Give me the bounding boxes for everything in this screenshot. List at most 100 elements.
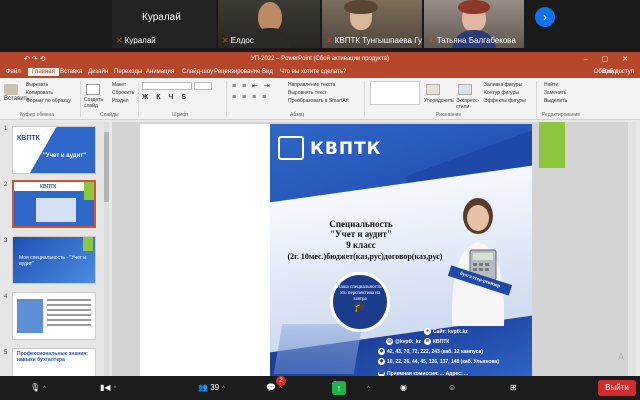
poster-line-grade: 9 класс [346,240,376,250]
format-painter-button[interactable]: Формат по образцу [26,98,71,104]
record-button[interactable]: ◉ [400,380,407,396]
thumbnails-scrollbar[interactable] [104,122,109,380]
text-direction-button[interactable]: Направление текста [288,82,335,88]
reactions-icon: ☺ [448,383,457,392]
mic-muted-icon: ✕ [428,36,435,45]
shapes-gallery[interactable] [370,81,420,105]
paragraph-group-label: Абзац [290,112,305,118]
participant-tile[interactable]: ✕ Татьяна Балгабекова [424,0,524,48]
tab-review[interactable]: Рецензирование [214,69,260,75]
more-share-options-button[interactable]: ^ [364,380,370,396]
thumb-caption: Моя специальность - "Учет и аудит" [19,255,87,267]
slide-thumbnail[interactable]: Моя специальность - "Учет и аудит" [12,236,96,284]
tab-transitions[interactable]: Переходы [114,69,142,75]
reactions-button[interactable]: ☺ [448,380,456,396]
arrange-button[interactable]: Упорядочить [424,98,454,104]
slides-group-label: Слайды [100,112,119,118]
shape-fill-button[interactable]: Заливка фигуры [484,82,522,88]
shape-outline-button[interactable]: Контур фигуры [484,90,519,96]
share-link[interactable]: Общий доступ [594,69,634,75]
tab-insert[interactable]: Вставка [60,69,82,75]
clipboard-icon [4,84,18,95]
slide-page[interactable]: КВПТК Специальность "Учет и аудит" 9 кла… [140,124,532,380]
record-icon: ◉ [400,383,407,392]
chevron-up-icon[interactable]: ^ [114,386,117,392]
tab-design[interactable]: Дизайн [88,69,108,75]
tab-file[interactable]: Файл [6,69,21,75]
slide-canvas: КВПТК Специальность "Учет и аудит" 9 кла… [112,122,630,380]
graduation-cap-icon: 🎓 [353,302,367,313]
green-shape[interactable] [539,122,565,168]
slide-thumbnail-selected[interactable]: КВПТК [12,180,96,228]
poster-image: КВПТК Специальность "Учет и аудит" 9 кла… [270,124,532,380]
mic-muted-icon: ✕ [222,36,229,45]
contact-instagram: @kvptk_kz [395,338,421,345]
font-size-field[interactable] [194,82,212,90]
chevron-up-icon[interactable]: ^ [222,386,225,392]
poster-line-specialty: Специальность [329,219,393,229]
video-button[interactable]: ▮◀ ^ [100,380,116,396]
tab-animation[interactable]: Анимация [146,69,174,75]
replace-button[interactable]: Заменить [544,90,566,96]
bus-icon: ◆ [378,348,385,355]
reset-button[interactable]: Сбросить [112,90,134,96]
microphone-icon: 🎙 [30,383,41,392]
list-buttons[interactable]: ≡ ≡ ⇤ ⇥ [232,82,272,90]
instagram-icon: ◎ [386,338,393,345]
font-name-field[interactable] [142,82,192,90]
leave-meeting-button[interactable]: Выйти [598,380,636,396]
chevron-up-icon[interactable]: ^ [367,386,370,392]
share-screen-icon: ↑ [336,383,342,393]
chevron-up-icon[interactable]: ^ [279,386,282,392]
participant-tile[interactable]: ✕ Елдос [218,0,320,48]
shape-effects-button[interactable]: Эффекты фигуры [484,98,526,104]
quick-styles-button[interactable]: Экспресс-стили [456,98,482,110]
layout-button[interactable]: Макет [112,82,126,88]
ribbon: Вставить Вырезать Копировать Формат по о… [0,78,640,120]
smartart-button[interactable]: Преобразовать в SmartArt [288,98,349,104]
apps-button[interactable]: ⊞ [510,380,517,396]
participant-tile[interactable]: Куралай ✕ Куралай [112,0,216,48]
select-button[interactable]: Выделить [544,98,567,104]
participants-icon: 👥 [198,383,208,392]
tell-me-search[interactable]: Что вы хотите сделать? [280,69,346,75]
participant-big-name: Куралай [142,12,181,23]
mic-muted-icon: ✕ [326,36,333,45]
share-screen-button[interactable]: ↑ [332,381,346,395]
microphone-button[interactable]: 🎙 ^ [30,380,46,396]
web-icon: ● [424,328,431,335]
find-button[interactable]: Найти [544,82,558,88]
contact-bus-1: 42, 43, 70, 72, 222, 243 (каб. 12 кампус… [387,348,483,355]
slide-number: 2 [4,182,8,188]
next-participants-button[interactable]: › [535,7,555,27]
window-controls[interactable]: – ▢ ✕ [584,55,634,63]
laptop-image [273,324,363,374]
tab-slideshow[interactable]: Слайд-шоу [182,69,213,75]
new-slide-button[interactable]: Создать слайд [84,97,106,109]
chevron-up-icon[interactable]: ^ [43,386,46,392]
poster-line-terms: (2г. 10мес.)бюджет(каз,рус)договор(каз,р… [287,252,443,261]
cut-button[interactable]: Вырезать [26,82,48,88]
ppt-titlebar: ↶ ↷ ⟲ УП-2022 – PowerPoint (Сбой активац… [0,52,640,67]
vk-icon: в [424,338,431,345]
section-button[interactable]: Раздел [112,98,129,104]
drawing-group-label: Рисование [436,112,462,118]
thumb-logo: КВПТК [40,184,57,190]
slide-number: 5 [4,350,8,356]
align-buttons[interactable]: ≡ ≡ ≡ ≡ [232,94,268,101]
slide-thumbnail[interactable]: КВПТК "Учет и аудит" [12,126,96,174]
font-format-buttons[interactable]: Ж К Ч S [142,94,189,101]
participants-button[interactable]: 👥 39 ^ [198,380,225,396]
copy-button[interactable]: Копировать [26,90,53,96]
participant-tile[interactable]: ✕КВПТК Тунгышпаева Гул... [322,0,422,48]
tab-view[interactable]: Вид [262,69,273,75]
slide-thumbnail[interactable] [12,292,96,340]
contact-vk: КВПТК [433,338,450,345]
align-text-button[interactable]: Выровнять текст [288,90,327,96]
tab-home[interactable]: Главная [28,68,59,76]
canvas-scrollbar[interactable] [628,122,636,380]
thumb-caption: "Учет и аудит" [43,153,87,159]
quick-styles-icon [458,84,472,95]
contact-bus-2: 10, 22, 26, 44, 45, 126, 137, 148 (каб. … [387,358,499,365]
thumb-logo: КВПТК [17,135,40,142]
